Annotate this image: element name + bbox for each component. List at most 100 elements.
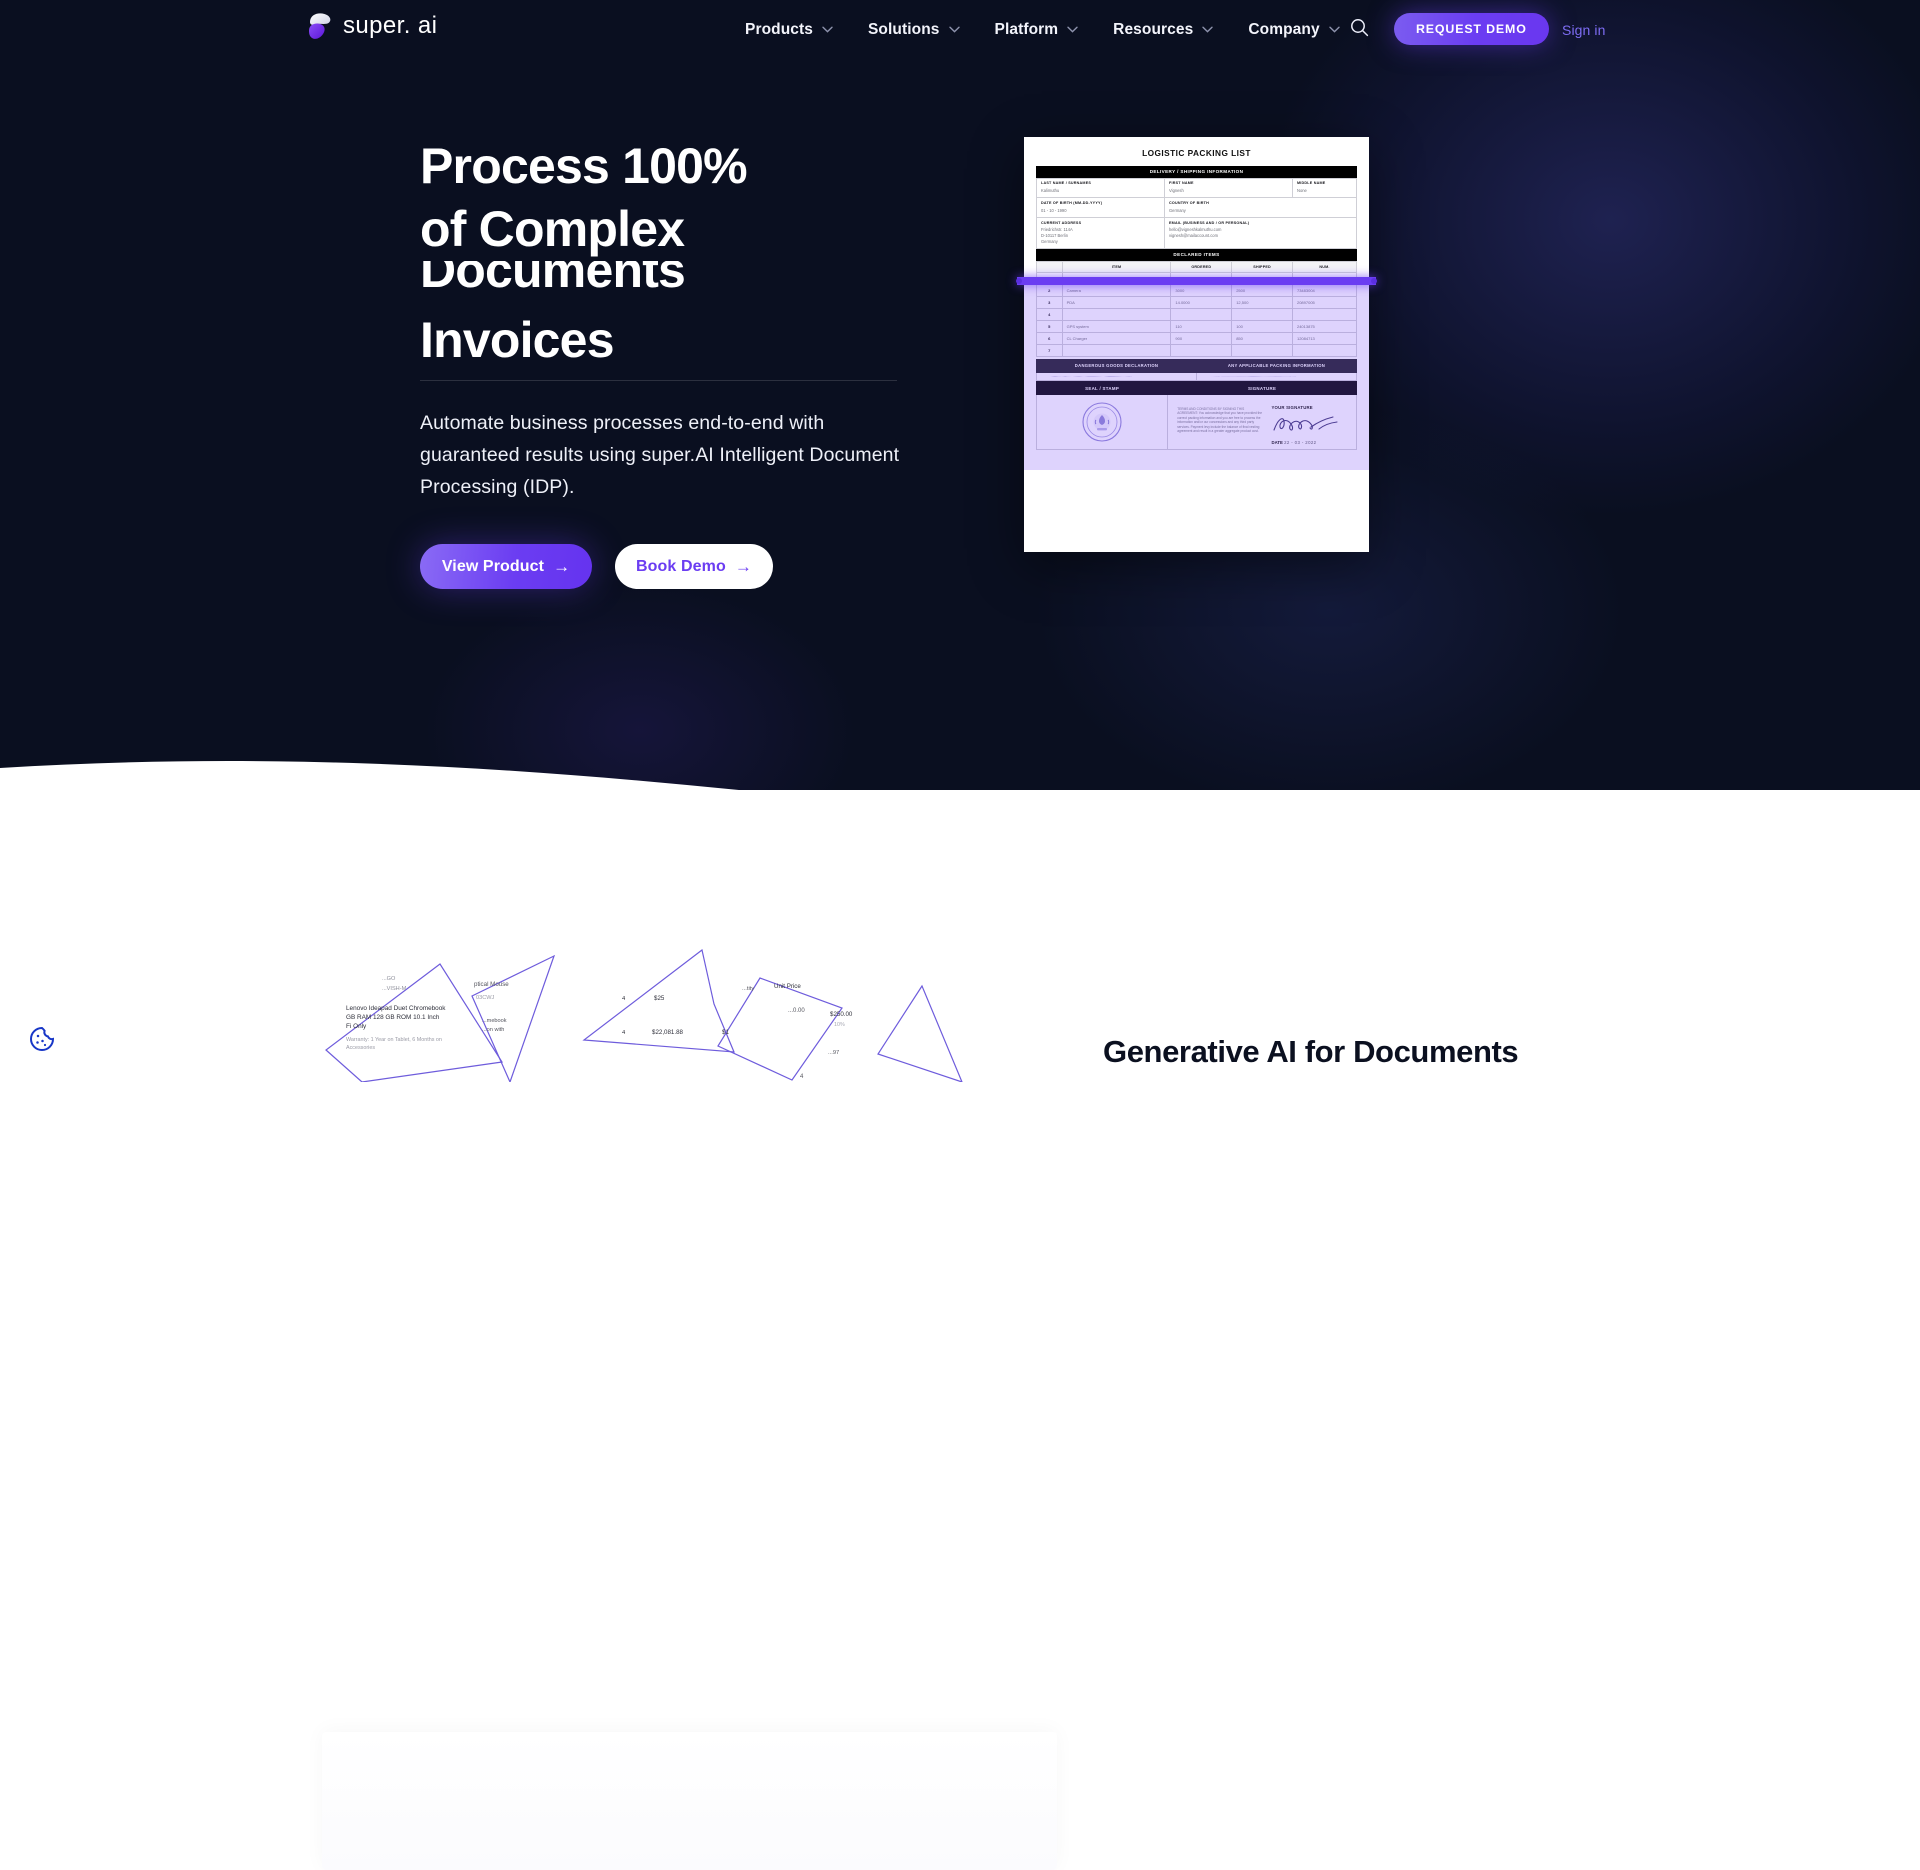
- cell-number: 24013875: [1291, 319, 1358, 333]
- rotating-word-current: Documents: [420, 261, 686, 298]
- field-date-of-birth: DATE OF BIRTH (MM-DD-YYYY) 01 - 10 - 199…: [1036, 197, 1165, 219]
- svg-text:$22,081.88: $22,081.88: [652, 1029, 684, 1036]
- svg-text:...VISH-M: ...VISH-M: [382, 986, 407, 992]
- table-header-row: ITEM ORDERED SHIPPED NUM.: [1036, 260, 1358, 273]
- sign-in-link[interactable]: Sign in: [1562, 22, 1606, 38]
- field-label: MIDDLE NAME: [1297, 181, 1326, 186]
- svg-text:...0.00: ...0.00: [788, 1008, 805, 1014]
- field-email: EMAIL (BUSINESS AND / OR PERSONAL) hello…: [1164, 217, 1357, 250]
- svg-text:GB RAM 128 GB ROM 10.1 Inch: GB RAM 128 GB ROM 10.1 Inch: [346, 1014, 440, 1021]
- hero-section: super. ai Products Solutions Platform Re…: [0, 0, 1920, 790]
- table-row: 6 CL Charger 900 850 12084713: [1036, 331, 1358, 345]
- signature-cell: TERMS AND CONDITIONS BY SIGNING THIS AGR…: [1167, 394, 1357, 451]
- cell-ordered: 900: [1170, 331, 1233, 345]
- field-last-name: LAST NAME / SURNAMES Kalimuthu: [1036, 177, 1165, 199]
- document-shard-graphics: ...GO ...VISH-M Lenovo Ideapad Duet Chro…: [322, 942, 1057, 1102]
- view-product-label: View Product: [441, 557, 545, 575]
- table-row: 2 Camera 3000 2500 73483004: [1036, 283, 1358, 297]
- cell-number: 73483004: [1291, 283, 1358, 297]
- document-preview-card[interactable]: LOGISTIC PACKING LIST DELIVERY / SHIPPIN…: [1016, 137, 1377, 552]
- hero-copy: Process 100% of Complex Documents Invoic…: [420, 135, 940, 401]
- cell-item: [1061, 307, 1172, 321]
- cell-shipped: 100: [1231, 319, 1293, 333]
- signature-date: DATE 22 - 03 - 2022: [1271, 440, 1350, 445]
- cell-shipped: 12,500: [1231, 295, 1293, 309]
- nav-item-label: Company: [1248, 20, 1320, 38]
- brand-logo[interactable]: super. ai: [306, 11, 437, 40]
- document-body: LOGISTIC PACKING LIST DELIVERY / SHIPPIN…: [1035, 148, 1358, 451]
- chevron-down-icon: [1202, 26, 1214, 33]
- cell-number: 12084713: [1291, 331, 1358, 345]
- cell-index: 7: [1036, 343, 1063, 357]
- field-value: None: [1297, 187, 1307, 193]
- shipping-info-table: LAST NAME / SURNAMES Kalimuthu FIRST NAM…: [1036, 177, 1357, 250]
- date-label: DATE: [1271, 439, 1283, 445]
- document-title: LOGISTIC PACKING LIST: [1142, 148, 1251, 158]
- terms-text: TERMS AND CONDITIONS BY SIGNING THIS AGR…: [1177, 406, 1263, 433]
- handwriting-dangerous-goods: [1036, 371, 1197, 382]
- cell-item: CL Charger: [1061, 331, 1172, 345]
- shards-svg: ...GO ...VISH-M Lenovo Ideapad Duet Chro…: [325, 948, 963, 1082]
- declared-items-table: ITEM ORDERED SHIPPED NUM. 1 Hard Drive 1…: [1036, 260, 1358, 357]
- field-value: Kalimuthu: [1041, 187, 1060, 193]
- svg-text:Accessories: Accessories: [346, 1045, 375, 1051]
- hero-subtitle: Automate business processes end-to-end w…: [420, 412, 900, 498]
- signature-label: YOUR SIGNATURE: [1271, 404, 1313, 410]
- view-product-button[interactable]: View Product →: [420, 544, 592, 589]
- nav-item-company[interactable]: Company: [1248, 20, 1340, 39]
- cell-item: [1061, 343, 1172, 357]
- shipping-info-band: DELIVERY / SHIPPING INFORMATION: [1036, 166, 1357, 178]
- svg-text:$25: $25: [654, 995, 665, 1002]
- chevron-down-icon: [1328, 26, 1340, 33]
- svg-text:4: 4: [800, 1074, 804, 1080]
- cell-item: PDA: [1061, 295, 1172, 309]
- request-demo-button[interactable]: REQUEST DEMO: [1394, 13, 1549, 45]
- search-button[interactable]: [1347, 18, 1371, 42]
- seal-cell: [1035, 394, 1169, 451]
- nav-item-label: Platform: [994, 20, 1059, 38]
- brand-name: super. ai: [343, 11, 438, 39]
- svg-text:4: 4: [622, 1030, 626, 1036]
- col-shipped: SHIPPED: [1231, 260, 1293, 273]
- arrow-right-icon: →: [553, 556, 571, 576]
- nav-item-platform[interactable]: Platform: [995, 21, 1079, 39]
- handwriting-packing-info: [1196, 371, 1357, 382]
- svg-text:...mebook: ...mebook: [482, 1018, 507, 1024]
- nav-item-solutions[interactable]: Solutions: [868, 21, 960, 39]
- svg-text:Warranty: 1 Year on Tablet, 6: Warranty: 1 Year on Tablet, 6 Months on: [346, 1037, 442, 1043]
- field-label: LAST NAME / SURNAMES: [1041, 181, 1092, 186]
- handwriting-icon: [1209, 375, 1297, 378]
- nav-item-products[interactable]: Products: [745, 21, 833, 39]
- cookie-settings-button[interactable]: [26, 1025, 58, 1057]
- cell-index: 3: [1036, 295, 1063, 309]
- seal-signature-table: SEAL / STAMP SIGNATURE TERMS AND CONDITI…: [1035, 381, 1357, 451]
- search-icon: [1350, 18, 1369, 42]
- svg-text:Fi Only: Fi Only: [346, 1023, 367, 1030]
- cell-ordered: 3000: [1170, 283, 1233, 297]
- cell-number: [1291, 343, 1358, 357]
- cell-ordered: [1170, 307, 1233, 321]
- col-item: ITEM: [1061, 260, 1172, 273]
- nav-item-resources[interactable]: Resources: [1113, 21, 1214, 39]
- svg-text:...GO: ...GO: [382, 976, 396, 982]
- date-value: 22 - 03 - 2022: [1284, 439, 1317, 445]
- cell-number: 20897005: [1291, 295, 1358, 309]
- cell-shipped: [1231, 343, 1293, 357]
- field-current-address: CURRENT ADDRESS Friedrichstr. 114A D-101…: [1036, 217, 1165, 250]
- svg-text:$250.00: $250.00: [830, 1011, 853, 1018]
- declared-items-band: DECLARED ITEMS: [1036, 249, 1357, 261]
- signature-header: SIGNATURE: [1167, 381, 1357, 396]
- svg-text:...on with: ...on with: [482, 1027, 504, 1033]
- generative-ai-section-title: Generative AI for Documents: [1103, 1034, 1519, 1069]
- book-demo-button[interactable]: Book Demo →: [615, 544, 773, 589]
- top-navigation-bar: super. ai Products Solutions Platform Re…: [0, 0, 1920, 59]
- field-country-of-birth: COUNTRY OF BIRTH Germany: [1164, 197, 1357, 219]
- extraction-scan-bar[interactable]: [1016, 277, 1377, 285]
- wave-divider: [0, 720, 1920, 790]
- cell-ordered: 110: [1170, 319, 1233, 333]
- cell-item: GPS system: [1061, 319, 1172, 333]
- field-value: Vignesh: [1169, 187, 1184, 193]
- cell-index: 2: [1036, 283, 1063, 297]
- col-number: NUM.: [1291, 260, 1358, 273]
- dangerous-goods-header: DANGEROUS GOODS DECLARATION: [1036, 358, 1197, 373]
